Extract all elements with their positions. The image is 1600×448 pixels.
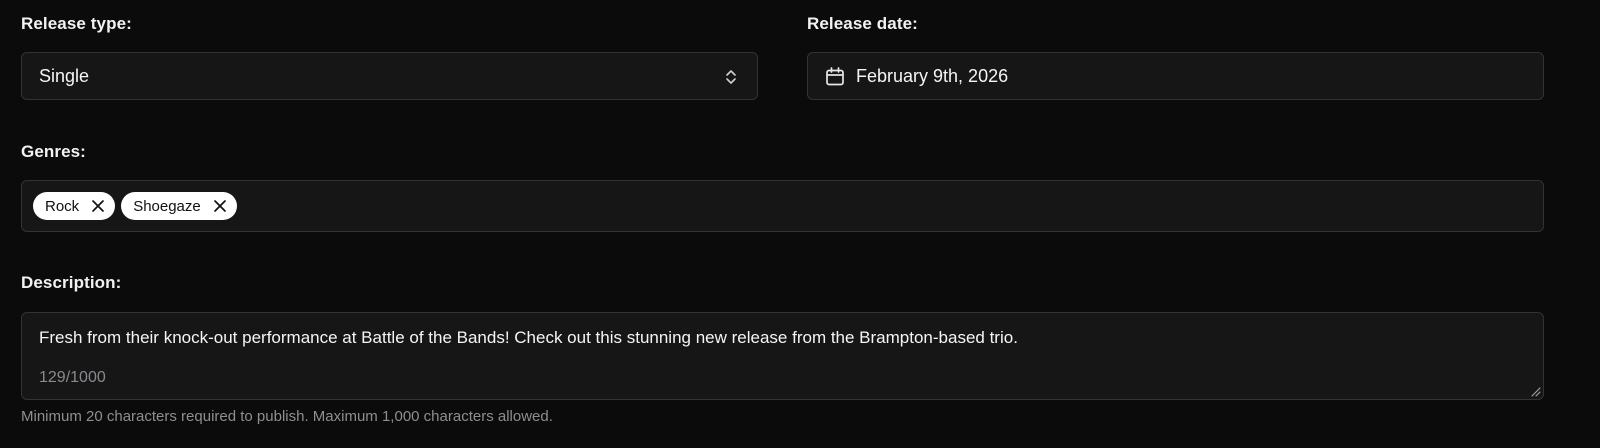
description-value: Fresh from their knock-out performance a… xyxy=(39,328,1018,347)
chevron-up-down-icon xyxy=(726,70,736,84)
genre-tag-shoegaze: Shoegaze xyxy=(121,192,237,220)
release-date-value: February 9th, 2026 xyxy=(856,66,1009,86)
release-date-label: Release date: xyxy=(807,14,918,33)
release-date-picker[interactable]: February 9th, 2026 xyxy=(807,52,1544,100)
release-form: Release type: Single Release date: Febru… xyxy=(0,0,1600,448)
close-icon[interactable] xyxy=(91,199,105,213)
resize-handle-icon[interactable] xyxy=(1529,385,1541,397)
release-type-select[interactable]: Single xyxy=(21,52,758,100)
genre-tag-list: Rock Shoegaze xyxy=(33,192,237,220)
description-label: Description: xyxy=(21,273,122,292)
close-icon[interactable] xyxy=(213,199,227,213)
genres-input[interactable]: Rock Shoegaze xyxy=(21,180,1544,232)
description-help-text: Minimum 20 characters required to publis… xyxy=(21,408,553,425)
release-type-label: Release type: xyxy=(21,14,132,33)
genre-tag-rock: Rock xyxy=(33,192,116,220)
character-counter: 129/1000 xyxy=(39,369,106,386)
genres-label: Genres: xyxy=(21,142,86,161)
release-type-value: Single xyxy=(39,66,90,86)
description-textarea[interactable]: Fresh from their knock-out performance a… xyxy=(21,312,1544,400)
genre-tag-label: Shoegaze xyxy=(133,197,201,215)
genre-tag-label: Rock xyxy=(45,197,80,215)
calendar-icon xyxy=(826,67,844,86)
